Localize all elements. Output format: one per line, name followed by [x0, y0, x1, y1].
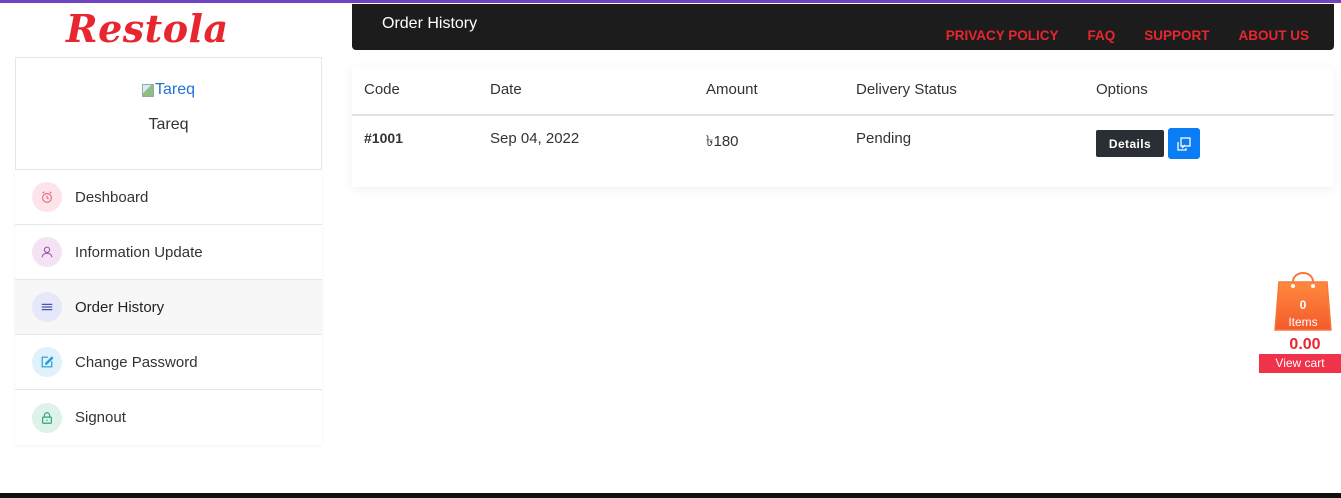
- order-date: Sep 04, 2022: [490, 130, 580, 147]
- cart-total: 0.00: [1289, 336, 1321, 353]
- sidebar-item-signout[interactable]: Signout: [15, 390, 322, 445]
- nav-link-support[interactable]: SUPPORT: [1144, 28, 1209, 43]
- cart-count: 0: [1299, 298, 1307, 312]
- lock-icon: [32, 402, 62, 433]
- nav-link-privacy-policy[interactable]: PRIVACY POLICY: [946, 28, 1059, 43]
- header-nav: PRIVACY POLICY FAQ SUPPORT ABOUT US: [946, 28, 1309, 43]
- sidebar-menu: Deshboard Information Update Order Histo…: [15, 170, 322, 445]
- details-button[interactable]: Details: [1096, 130, 1164, 157]
- edit-icon: [32, 347, 62, 377]
- copy-icon: [1177, 136, 1191, 151]
- sidebar-item-change-password[interactable]: Change Password: [15, 335, 322, 390]
- avatar: Tareq: [142, 81, 195, 99]
- list-icon: [32, 292, 62, 322]
- profile-card: Tareq Tareq: [15, 57, 322, 170]
- avatar-alt-text: Tareq: [155, 81, 196, 98]
- broken-image-icon: [142, 83, 154, 97]
- sidebar-item-order-history[interactable]: Order History: [15, 280, 322, 335]
- nav-link-about-us[interactable]: ABOUT US: [1239, 28, 1310, 43]
- column-header-amount: Amount: [706, 81, 758, 98]
- sidebar-item-information-update[interactable]: Information Update: [15, 225, 322, 280]
- sidebar-item-label: Signout: [75, 409, 126, 426]
- user-icon: [32, 237, 62, 267]
- profile-name: Tareq: [148, 116, 189, 133]
- cart-items-label: Items: [1288, 315, 1318, 329]
- order-amount: ৳180: [706, 133, 739, 150]
- nav-link-faq[interactable]: FAQ: [1087, 28, 1115, 43]
- column-header-date: Date: [490, 81, 522, 98]
- restola-logo[interactable]: Restola: [66, 6, 229, 51]
- column-header-code: Code: [364, 81, 400, 98]
- sidebar-item-dashboard[interactable]: Deshboard: [15, 170, 322, 225]
- column-header-options: Options: [1096, 81, 1148, 98]
- sidebar-item-label: Information Update: [75, 243, 203, 261]
- sidebar-item-label: Deshboard: [75, 188, 149, 206]
- page-header: Order History PRIVACY POLICY FAQ SUPPORT…: [352, 4, 1334, 50]
- bottom-bar: [0, 493, 1341, 498]
- column-header-delivery-status: Delivery Status: [856, 81, 957, 98]
- order-delivery-status: Pending: [856, 130, 912, 147]
- view-cart-button[interactable]: View cart: [1259, 354, 1341, 373]
- floating-cart[interactable]: 0 Items 0.00 View cart: [1259, 266, 1341, 376]
- table-header-divider: [352, 114, 1334, 116]
- copy-order-button[interactable]: [1168, 128, 1200, 159]
- sidebar-item-label: Change Password: [75, 353, 198, 371]
- page-title: Order History: [382, 15, 478, 32]
- top-accent-bar: [0, 0, 1341, 3]
- order-code: #1001: [364, 130, 403, 146]
- sidebar-item-label: Order History: [75, 298, 165, 316]
- alarm-clock-icon: [32, 182, 62, 212]
- order-history-table: Code Date Amount Delivery Status Options…: [352, 67, 1334, 187]
